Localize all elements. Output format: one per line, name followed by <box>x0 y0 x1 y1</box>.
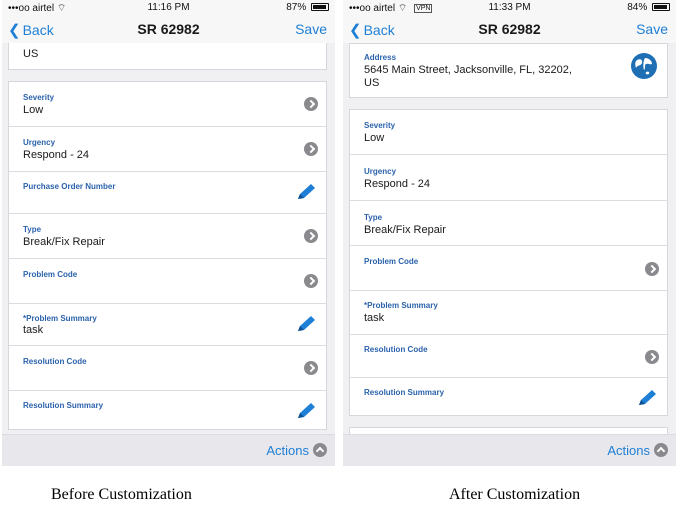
field-row-problem-code[interactable]: Problem Code <box>9 259 326 304</box>
nav-bar: ❮ Back SR 62982 Save <box>2 15 335 43</box>
field-row-urgency[interactable]: Urgency Respond - 24 <box>350 155 667 201</box>
field-row-purchase-order[interactable]: Purchase Order Number <box>9 172 326 214</box>
chevron-right-icon <box>304 361 318 375</box>
battery-icon <box>311 3 329 11</box>
country-card: US <box>8 43 327 70</box>
chevron-right-icon <box>304 142 318 156</box>
status-bar: •••oo airtel ⌔ VPN 11:33 PM 84% <box>343 0 676 15</box>
chevron-right-icon <box>645 350 659 364</box>
page-title: SR 62982 <box>137 21 200 37</box>
field-row-urgency[interactable]: Urgency Respond - 24 <box>9 127 326 172</box>
form-content: Address 5645 Main Street, Jacksonville, … <box>343 43 676 434</box>
chevron-up-icon <box>313 443 327 457</box>
field-row-resolution-code[interactable]: Resolution Code <box>350 335 667 378</box>
action-bar: Actions <box>343 434 676 466</box>
address-line-2: US <box>364 77 380 89</box>
status-time: 11:16 PM <box>147 2 190 13</box>
status-time: 11:33 PM <box>488 2 531 13</box>
country-value: US <box>23 48 39 60</box>
field-row-type[interactable]: Type Break/Fix Repair <box>350 201 667 246</box>
chevron-up-icon <box>654 443 668 457</box>
chevron-right-icon <box>645 262 659 276</box>
field-row-severity[interactable]: Severity Low <box>9 82 326 127</box>
status-bar: •••oo airtel ⌔ 11:16 PM 87% <box>2 0 335 15</box>
pencil-icon[interactable] <box>296 183 318 206</box>
phone-after: •••oo airtel ⌔ VPN 11:33 PM 84% ❮ Back SR… <box>343 0 676 466</box>
chevron-right-icon <box>304 97 318 111</box>
phone-before: •••oo airtel ⌔ 11:16 PM 87% ❮ Back SR 629… <box>2 0 335 466</box>
next-card <box>349 427 668 434</box>
battery-indicator: 87% <box>286 2 329 13</box>
address-label: Address <box>364 53 397 62</box>
chevron-right-icon <box>304 229 318 243</box>
field-row-problem-code[interactable]: Problem Code <box>350 246 667 291</box>
action-bar: Actions <box>2 434 335 466</box>
globe-icon[interactable] <box>631 53 657 79</box>
pencil-icon[interactable] <box>637 389 659 412</box>
chevron-right-icon <box>304 274 318 288</box>
field-row-resolution-code[interactable]: Resolution Code <box>9 346 326 391</box>
field-row-problem-summary[interactable]: *Problem Summary task <box>9 304 326 346</box>
page-title: SR 62982 <box>478 21 541 37</box>
field-row-resolution-summary[interactable]: Resolution Summary <box>9 391 326 431</box>
form-content: US Severity Low Urgency Respond - 24 Pur… <box>2 43 335 434</box>
field-row-severity[interactable]: Severity Low <box>350 110 667 155</box>
field-row-problem-summary[interactable]: *Problem Summary task <box>350 291 667 335</box>
battery-indicator: 84% <box>627 2 670 13</box>
address-line-1: 5645 Main Street, Jacksonville, FL, 3220… <box>364 64 572 76</box>
save-button[interactable]: Save <box>295 21 327 37</box>
actions-button[interactable]: Actions <box>266 443 327 458</box>
caption-before: Before Customization <box>51 486 192 503</box>
battery-icon <box>652 3 670 11</box>
details-card: Severity Low Urgency Respond - 24 Type B… <box>349 109 668 416</box>
actions-button[interactable]: Actions <box>607 443 668 458</box>
save-button[interactable]: Save <box>636 21 668 37</box>
address-card: Address 5645 Main Street, Jacksonville, … <box>349 43 668 98</box>
nav-bar: ❮ Back SR 62982 Save <box>343 15 676 43</box>
pencil-icon[interactable] <box>296 402 318 425</box>
details-card: Severity Low Urgency Respond - 24 Purcha… <box>8 81 327 430</box>
pencil-icon[interactable] <box>296 315 318 338</box>
field-row-type[interactable]: Type Break/Fix Repair <box>9 214 326 259</box>
caption-after: After Customization <box>449 486 581 503</box>
field-row-resolution-summary[interactable]: Resolution Summary <box>350 378 667 417</box>
